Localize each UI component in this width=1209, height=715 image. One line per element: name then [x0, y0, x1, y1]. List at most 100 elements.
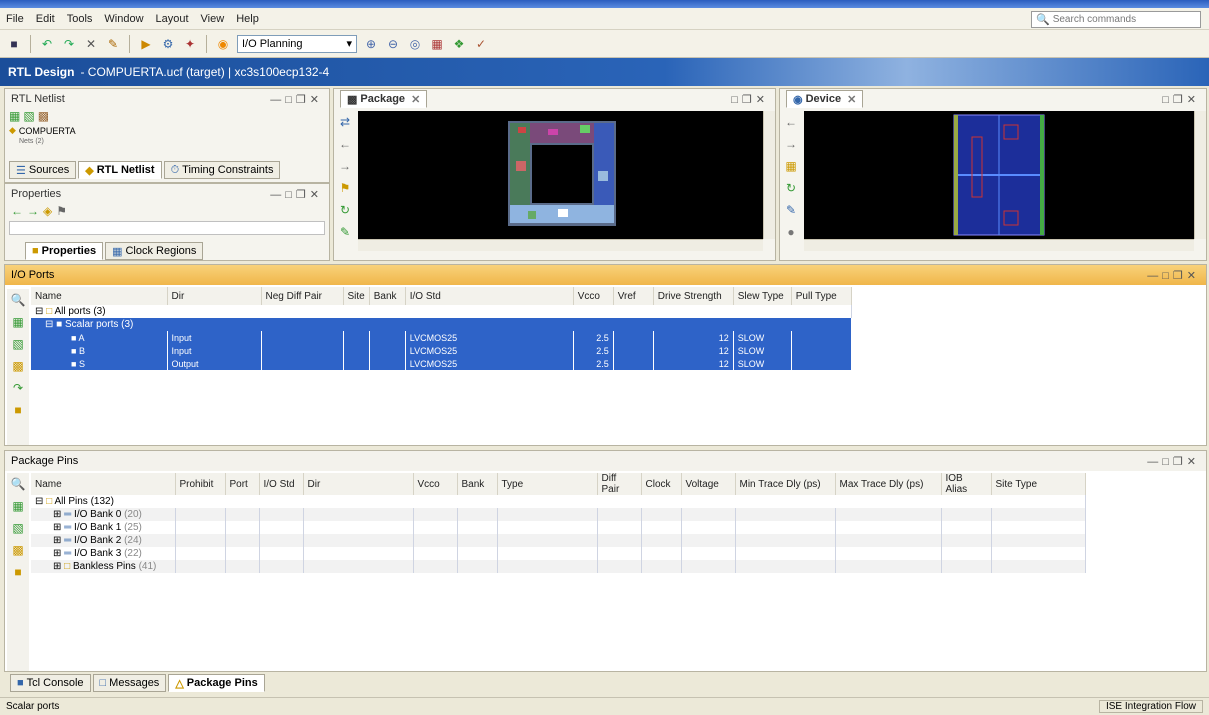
column-header[interactable]: Bank [457, 473, 498, 495]
column-header[interactable]: Site Type [991, 473, 1086, 495]
port-site[interactable] [343, 344, 370, 357]
run-icon[interactable]: ▶ [138, 36, 154, 52]
port-drive[interactable]: 12 [653, 344, 734, 357]
collapse-icon[interactable]: ⊟ [35, 306, 43, 317]
column-header[interactable]: Slew Type [733, 287, 792, 305]
netlist-sub-item[interactable]: Nets (2) [5, 138, 329, 145]
port-slew[interactable]: SLOW [733, 357, 792, 370]
pin-planner-icon[interactable]: ▦ [785, 159, 796, 173]
port-iostd[interactable]: LVCMOS25 [405, 357, 574, 370]
column-header[interactable]: Drive Strength [653, 287, 734, 305]
port-pull[interactable] [791, 344, 852, 357]
package-vertical-scrollbar[interactable] [763, 111, 775, 239]
menu-window[interactable]: Window [98, 13, 149, 25]
zoom-out-icon[interactable]: ⊖ [385, 36, 401, 52]
column-header[interactable]: Name [31, 473, 176, 495]
report-icon[interactable]: ◉ [215, 36, 231, 52]
tree-row-all-pins[interactable]: ⊟ □ All Pins (132) [31, 495, 1086, 508]
sync-icon[interactable]: ◈ [43, 204, 52, 218]
expand-all-icon[interactable]: ▦ [12, 315, 23, 329]
layout-select[interactable]: I/O Planning ▾ [237, 34, 357, 53]
table-row[interactable]: ⊞ ═ I/O Bank 0 (20) [31, 508, 1086, 521]
column-header[interactable]: Bank [369, 287, 406, 305]
column-header[interactable]: Vcco [413, 473, 458, 495]
port-slew[interactable]: SLOW [733, 344, 792, 357]
autoplace-icon[interactable]: ▦ [429, 36, 445, 52]
window-controls[interactable]: —□❐✕ [1147, 455, 1200, 468]
arrow-left-icon[interactable]: ← [339, 137, 351, 151]
search-icon[interactable]: 🔍 [11, 293, 26, 307]
window-controls[interactable]: □❐✕ [731, 93, 769, 106]
tab-timing-constraints[interactable]: ⏱ Timing Constraints [163, 161, 281, 179]
refresh-icon[interactable]: ↻ [786, 181, 796, 195]
back-icon[interactable]: ← [11, 204, 23, 218]
menu-edit[interactable]: Edit [30, 13, 61, 25]
menu-layout[interactable]: Layout [150, 13, 195, 25]
column-header[interactable]: Neg Diff Pair [261, 287, 344, 305]
window-controls[interactable]: □❐✕ [1162, 93, 1200, 106]
tab-device[interactable]: ◉ Device ✕ [786, 90, 864, 108]
menu-view[interactable]: View [195, 13, 231, 25]
schematic-icon[interactable]: ▩ [38, 109, 49, 123]
menu-file[interactable]: File [0, 13, 30, 25]
table-row[interactable]: ■ B Input LVCMOS25 2.5 12 SLOW [31, 344, 852, 357]
expand-icon[interactable]: ⊞ [53, 522, 61, 533]
collapse-icon[interactable]: ⊟ [45, 319, 53, 330]
zoom-in-icon[interactable]: ⊕ [363, 36, 379, 52]
collapse-all-icon[interactable]: ▧ [12, 521, 23, 535]
port-neg-diff[interactable] [261, 357, 344, 370]
table-row[interactable]: ⊞ ═ I/O Bank 3 (22) [31, 547, 1086, 560]
save-icon[interactable]: ■ [6, 36, 22, 52]
device-canvas[interactable] [804, 111, 1194, 239]
tree-row-all-ports[interactable]: ⊟ □ All ports (3) [31, 305, 852, 318]
rotate-icon[interactable]: ↻ [340, 203, 350, 217]
delete-icon[interactable]: ✕ [83, 36, 99, 52]
device-vertical-scrollbar[interactable] [1194, 111, 1206, 239]
column-header[interactable]: Port [225, 473, 260, 495]
column-header[interactable]: Dir [167, 287, 262, 305]
package-horizontal-scrollbar[interactable] [358, 239, 763, 251]
expand-icon[interactable]: ⊞ [53, 535, 61, 546]
package-canvas[interactable] [358, 111, 763, 239]
port-pull[interactable] [791, 357, 852, 370]
expand-all-icon[interactable]: ▦ [12, 499, 23, 513]
column-header[interactable]: Name [31, 287, 168, 305]
menu-help[interactable]: Help [230, 13, 265, 25]
port-site[interactable] [343, 331, 370, 344]
collapse-all-icon[interactable]: ▧ [12, 337, 23, 351]
export-icon[interactable]: ↷ [13, 381, 23, 395]
table-row[interactable]: ⊞ ═ I/O Bank 1 (25) [31, 521, 1086, 534]
column-header[interactable]: Max Trace Dly (ps) [835, 473, 942, 495]
group-icon[interactable]: ▩ [12, 359, 23, 373]
column-header[interactable]: IOB Alias [941, 473, 992, 495]
column-header[interactable]: Type [497, 473, 598, 495]
arrow-left-icon[interactable]: ← [785, 115, 797, 129]
flag-icon[interactable]: ⚑ [340, 181, 351, 195]
group-icon[interactable]: ▩ [12, 543, 23, 557]
pin-icon[interactable]: ⚑ [56, 204, 67, 218]
column-header[interactable]: Site [343, 287, 370, 305]
zoom-fit-icon[interactable]: ◎ [407, 36, 423, 52]
tree-row-scalar-ports[interactable]: ⊟ ■ Scalar ports (3) [31, 318, 852, 331]
port-slew[interactable]: SLOW [733, 331, 792, 344]
port-site[interactable] [343, 357, 370, 370]
place-icon[interactable]: ❖ [451, 36, 467, 52]
place-pins-icon[interactable]: ✎ [340, 225, 350, 239]
table-row[interactable]: ⊞ ═ I/O Bank 2 (24) [31, 534, 1086, 547]
table-row[interactable]: ■ A Input LVCMOS25 2.5 12 SLOW [31, 331, 852, 344]
column-header[interactable]: Pull Type [791, 287, 852, 305]
collapse-all-icon[interactable]: ▧ [23, 109, 34, 123]
forward-icon[interactable]: → [27, 204, 39, 218]
lock-icon[interactable]: ● [787, 225, 794, 239]
search-commands-input[interactable]: 🔍 Search commands [1031, 11, 1201, 28]
port-iostd[interactable]: LVCMOS25 [405, 331, 574, 344]
auto-place-icon[interactable]: ■ [14, 403, 21, 417]
undo-icon[interactable]: ↶ [39, 36, 55, 52]
netlist-root-item[interactable]: ◆ COMPUERTA [5, 123, 329, 138]
expand-icon[interactable]: ⊞ [53, 548, 61, 559]
column-header[interactable]: Diff Pair [597, 473, 642, 495]
menu-tools[interactable]: Tools [61, 13, 99, 25]
settings-icon[interactable]: ⚙ [160, 36, 176, 52]
highlight-icon[interactable]: ✎ [786, 203, 796, 217]
tab-properties[interactable]: ■ Properties [25, 242, 104, 260]
